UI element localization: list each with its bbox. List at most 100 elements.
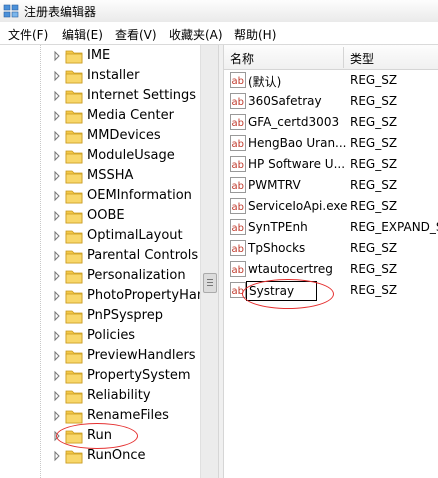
tree-item[interactable]: RenameFiles	[0, 406, 200, 426]
list-row[interactable]: ab HP Software U... REG_SZ	[224, 154, 438, 175]
menu-file[interactable]: 文件(F)	[8, 26, 48, 43]
tree-item-label: Run	[87, 428, 112, 443]
expand-arrow-icon[interactable]	[51, 69, 63, 83]
tree-item[interactable]: PnPSysprep	[0, 306, 200, 326]
tree-item-label: MSSHA	[87, 168, 134, 183]
value-type: REG_SZ	[350, 199, 398, 213]
tree-item[interactable]: PropertySystem	[0, 366, 200, 386]
tree-item[interactable]: Personalization	[0, 266, 200, 286]
svg-text:ab: ab	[232, 244, 244, 255]
tree-item[interactable]: Installer	[0, 66, 200, 86]
tree-item[interactable]: IME	[0, 46, 200, 66]
tree-item-label: PreviewHandlers	[87, 348, 196, 363]
folder-icon	[65, 430, 83, 444]
tree-item[interactable]: Parental Controls	[0, 246, 200, 266]
svg-text:ab: ab	[232, 265, 244, 276]
folder-icon	[65, 210, 83, 224]
list-row[interactable]: ab HengBao Uran... REG_SZ	[224, 133, 438, 154]
expand-arrow-icon[interactable]	[51, 389, 63, 403]
folder-icon	[65, 230, 83, 244]
registry-values-list[interactable]: 名称 类型 ab (默认) REG_SZ ab 360Safetray REG_SZ ab G…	[224, 45, 438, 478]
expand-arrow-icon[interactable]	[51, 369, 63, 383]
registry-key-tree[interactable]: IME Installer Internet Settings Media Cente…	[0, 45, 218, 478]
folder-icon	[65, 190, 83, 204]
list-row[interactable]: ab SynTPEnh REG_EXPAND_S	[224, 217, 438, 238]
folder-icon	[65, 150, 83, 164]
expand-arrow-icon[interactable]	[51, 289, 63, 303]
list-header: 名称 类型	[224, 45, 438, 70]
menu-view[interactable]: 查看(V)	[115, 26, 157, 43]
value-name: GFA_certd3003	[248, 115, 340, 129]
tree-item-label: ModuleUsage	[87, 148, 175, 163]
tree-item[interactable]: OEMInformation	[0, 186, 200, 206]
list-row[interactable]: ab PWMTRV REG_SZ	[224, 175, 438, 196]
expand-arrow-icon[interactable]	[51, 149, 63, 163]
list-row[interactable]: ab TpShocks REG_SZ	[224, 238, 438, 259]
tree-item[interactable]: Run	[0, 426, 200, 446]
expand-arrow-icon[interactable]	[51, 349, 63, 363]
svg-text:ab: ab	[232, 223, 244, 234]
expand-arrow-icon[interactable]	[51, 109, 63, 123]
value-type: REG_SZ	[350, 178, 398, 192]
column-header-type[interactable]: 类型	[350, 50, 374, 67]
string-value-icon: ab	[230, 93, 246, 109]
folder-icon	[65, 70, 83, 84]
expand-arrow-icon[interactable]	[51, 169, 63, 183]
list-row[interactable]: ab (默认) REG_SZ	[224, 70, 438, 91]
svg-text:ab: ab	[232, 97, 244, 108]
tree-item[interactable]: Media Center	[0, 106, 200, 126]
list-row[interactable]: ab 360Safetray REG_SZ	[224, 91, 438, 112]
tree-item[interactable]: Reliability	[0, 386, 200, 406]
menu-edit[interactable]: 编辑(E)	[62, 26, 103, 43]
list-row[interactable]: ab ServiceIoApi.exe REG_SZ	[224, 196, 438, 217]
column-header-name[interactable]: 名称	[230, 50, 254, 67]
expand-arrow-icon[interactable]	[51, 269, 63, 283]
folder-icon	[65, 250, 83, 264]
string-value-icon: ab	[230, 261, 246, 277]
tree-item[interactable]: MMDevices	[0, 126, 200, 146]
list-row[interactable]: ab wtautocertreg REG_SZ	[224, 259, 438, 280]
value-type: REG_SZ	[350, 136, 398, 150]
expand-arrow-icon[interactable]	[51, 209, 63, 223]
expand-arrow-icon[interactable]	[51, 89, 63, 103]
value-name: ServiceIoApi.exe	[248, 199, 348, 213]
column-separator[interactable]	[343, 47, 344, 68]
tree-vertical-scrollbar[interactable]	[200, 45, 218, 478]
expand-arrow-icon[interactable]	[51, 49, 63, 63]
expand-arrow-icon[interactable]	[51, 429, 63, 443]
rename-value-input[interactable]	[246, 281, 317, 301]
list-row-editing[interactable]: ab REG_SZ	[224, 280, 438, 301]
folder-icon	[65, 410, 83, 424]
expand-arrow-icon[interactable]	[51, 249, 63, 263]
tree-item-label: Parental Controls	[87, 248, 199, 263]
expand-arrow-icon[interactable]	[51, 189, 63, 203]
value-type: REG_EXPAND_S	[350, 220, 438, 234]
tree-item[interactable]: Policies	[0, 326, 200, 346]
expand-arrow-icon[interactable]	[51, 229, 63, 243]
expand-arrow-icon[interactable]	[51, 129, 63, 143]
menu-help[interactable]: 帮助(H)	[234, 26, 276, 43]
tree-item-label: Reliability	[87, 388, 151, 403]
folder-icon	[65, 290, 83, 304]
scrollbar-thumb[interactable]	[203, 273, 217, 293]
tree-item[interactable]: RunOnce	[0, 446, 200, 466]
tree-item-label: OEMInformation	[87, 188, 192, 203]
svg-text:ab: ab	[232, 202, 244, 213]
tree-item-label: Installer	[87, 68, 140, 83]
expand-arrow-icon[interactable]	[51, 409, 63, 423]
tree-item-label: OptimalLayout	[87, 228, 183, 243]
list-row[interactable]: ab GFA_certd3003 REG_SZ	[224, 112, 438, 133]
tree-item[interactable]: OptimalLayout	[0, 226, 200, 246]
string-value-icon: ab	[230, 135, 246, 151]
folder-icon	[65, 350, 83, 364]
menu-favorites[interactable]: 收藏夹(A)	[169, 26, 223, 43]
expand-arrow-icon[interactable]	[51, 309, 63, 323]
expand-arrow-icon[interactable]	[51, 329, 63, 343]
tree-item[interactable]: Internet Settings	[0, 86, 200, 106]
expand-arrow-icon[interactable]	[51, 449, 63, 463]
tree-item[interactable]: ModuleUsage	[0, 146, 200, 166]
tree-item[interactable]: PreviewHandlers	[0, 346, 200, 366]
tree-item[interactable]: PhotoPropertyHand	[0, 286, 213, 306]
tree-item[interactable]: MSSHA	[0, 166, 200, 186]
tree-item[interactable]: OOBE	[0, 206, 200, 226]
